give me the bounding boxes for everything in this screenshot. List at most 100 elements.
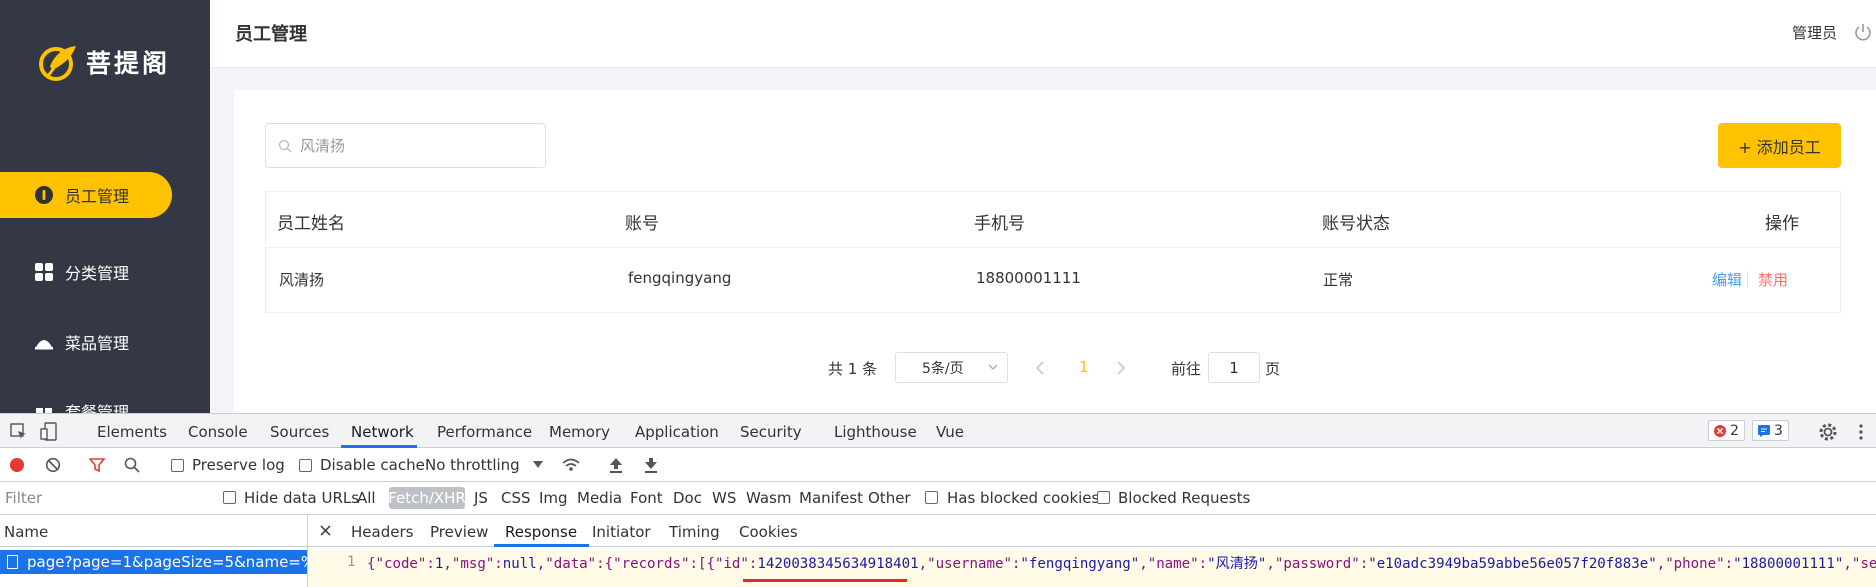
close-icon[interactable] [320,525,331,536]
filter-icon[interactable] [89,457,105,473]
logo: 菩提阁 [36,40,170,84]
add-employee-button[interactable]: + 添加员工 [1718,123,1841,168]
dish-cover-icon [34,332,54,352]
user-name[interactable]: 管理员 [1792,22,1837,43]
filter-media[interactable]: Media [577,489,622,507]
details-tabbar: Headers Preview Response Initiator Timin… [308,515,1876,547]
page-size-select[interactable]: 5条/页 [895,352,1008,383]
filter-manifest[interactable]: Manifest [799,489,863,507]
tab-sources[interactable]: Sources [270,423,329,441]
filter-js[interactable]: JS [474,489,488,507]
export-har-icon[interactable] [644,457,658,473]
person-icon [34,185,54,205]
json-fragment: ,"password": [1266,556,1369,572]
disable-cache-checkbox[interactable] [299,459,312,472]
tab-preview[interactable]: Preview [430,523,488,541]
json-fragment: ,"username": [918,556,1021,572]
import-har-icon[interactable] [609,457,623,473]
tab-vue[interactable]: Vue [936,423,964,441]
cell-name: 风清扬 [279,271,325,289]
gear-icon[interactable] [1818,422,1838,442]
column-header-phone: 手机号 [974,214,1025,234]
power-icon[interactable] [1853,22,1873,42]
filter-css[interactable]: CSS [501,489,531,507]
preserve-log-checkbox[interactable] [171,459,184,472]
logo-icon [39,46,76,81]
filter-wasm[interactable]: Wasm [746,489,792,507]
search-input[interactable] [300,136,530,155]
name-column-header[interactable]: Name [0,515,307,547]
search-box[interactable] [265,123,546,168]
edit-link[interactable]: 编辑 [1712,269,1742,290]
request-row[interactable]: page?page=1&pageSize=5&name=%E... [0,550,307,574]
sidebar-item-label: 菜品管理 [65,334,130,353]
tab-response[interactable]: Response [505,523,577,541]
json-fragment: ,"phone": [1656,556,1734,572]
current-page[interactable]: 1 [1079,358,1089,376]
network-conditions-icon[interactable] [561,456,581,474]
sidebar-item-category[interactable]: 分类管理 [0,249,172,295]
page-suffix: 页 [1265,360,1281,378]
tab-performance[interactable]: Performance [437,423,532,441]
throttling-select[interactable]: No throttling [425,456,520,474]
cell-status: 正常 [1323,271,1354,289]
filter-ws[interactable]: WS [712,489,736,507]
tab-timing[interactable]: Timing [669,523,720,541]
tab-headers[interactable]: Headers [351,523,413,541]
tab-security[interactable]: Security [740,423,802,441]
error-count: 2 [1730,422,1739,439]
json-fragment: ,"data":{"records":[{"id": [536,556,758,572]
filter-doc[interactable]: Doc [673,489,702,507]
blocked-requests-checkbox[interactable] [1097,491,1110,504]
more-menu-icon[interactable] [1858,423,1864,441]
sidebar-item-setmeal[interactable]: 套餐管理 [0,388,172,413]
json-value: "fengqingyang" [1020,556,1140,572]
has-blocked-cookies-checkbox[interactable] [925,491,938,504]
tab-memory[interactable]: Memory [549,423,610,441]
device-toggle-icon[interactable] [40,422,58,441]
line-number: 1 [347,554,356,570]
filter-font[interactable]: Font [630,489,663,507]
disable-link[interactable]: 禁用 [1758,269,1788,290]
sidebar-item-dish[interactable]: 菜品管理 [0,319,172,365]
hide-data-urls-checkbox[interactable] [223,491,236,504]
error-badge[interactable]: 2 [1708,420,1745,441]
tab-application[interactable]: Application [635,423,719,441]
sidebar-item-label: 分类管理 [65,264,130,283]
top-header: 员工管理 管理员 [210,0,1876,68]
request-details: Headers Preview Response Initiator Timin… [308,515,1876,587]
json-fragment: {"code": [367,556,435,572]
inspect-icon[interactable] [10,423,28,441]
employee-card: + 添加员工 员工姓名 账号 手机号 账号状态 操作 风清扬 fengqingy… [234,90,1876,413]
tab-network[interactable]: Network [351,423,414,441]
dropdown-arrow-icon [533,461,543,468]
table-row: 风清扬 fengqingyang 18800001111 正常 编辑 禁用 [266,248,1840,312]
message-badge[interactable]: 3 [1752,420,1789,441]
record-icon[interactable] [9,457,25,473]
tab-elements[interactable]: Elements [97,423,167,441]
grid-icon [34,262,54,282]
column-header-status: 账号状态 [1322,214,1390,234]
tab-cookies[interactable]: Cookies [739,523,798,541]
goto-label: 前往 [1171,360,1202,378]
filter-img[interactable]: Img [539,489,568,507]
request-name: page?page=1&pageSize=5&name=%E... [27,553,307,571]
filter-all[interactable]: All [357,489,376,507]
logo-text: 菩提阁 [86,49,171,78]
sidebar-item-employee[interactable]: 员工管理 [0,172,172,218]
search-icon[interactable] [124,457,140,473]
goto-page-input[interactable] [1208,352,1260,383]
pagination: 共 1 条 5条/页 1 前往 页 [234,352,1876,384]
clear-icon[interactable] [45,457,61,473]
filter-fetch-xhr[interactable]: Fetch/XHR [388,487,466,509]
json-value: "e10adc3949ba59abbe56e057f20f883e" [1368,556,1657,572]
tab-initiator[interactable]: Initiator [592,523,651,541]
message-count: 3 [1774,422,1783,439]
tab-console[interactable]: Console [188,423,248,441]
filter-input[interactable]: Filter [5,489,42,507]
tab-lighthouse[interactable]: Lighthouse [834,423,917,441]
sidebar-item-label: 员工管理 [65,187,130,206]
next-page-icon[interactable] [1114,358,1128,378]
filter-other[interactable]: Other [868,489,911,507]
prev-page-icon[interactable] [1033,358,1047,378]
